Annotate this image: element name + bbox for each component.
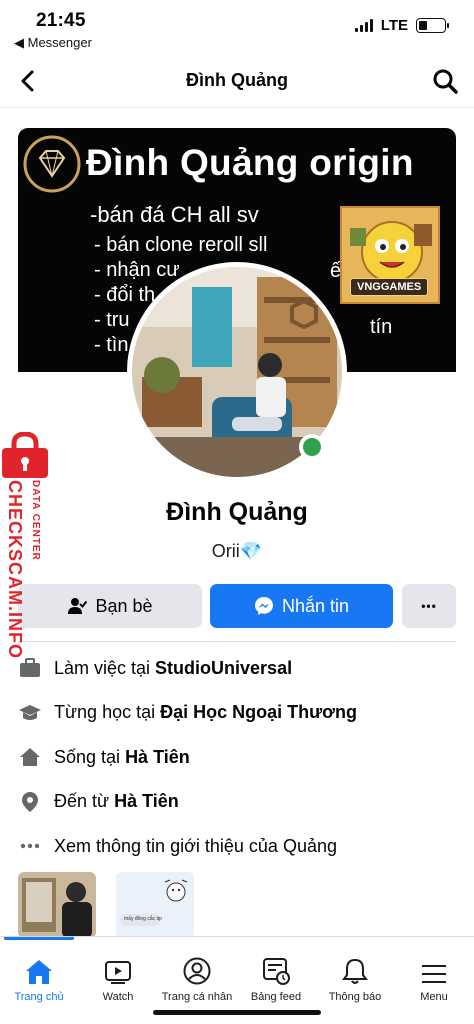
bell-icon: [342, 958, 368, 984]
intro-lives: Sống tại Hà Tiên: [18, 735, 456, 780]
tab-profile[interactable]: Trang cá nhân: [158, 937, 236, 1003]
network-label: LTE: [380, 17, 408, 34]
messenger-icon: [254, 597, 273, 615]
tab-watch[interactable]: Watch: [79, 937, 157, 1003]
tab-feed[interactable]: Bảng feed: [237, 937, 315, 1003]
friend-check-icon: [68, 598, 88, 614]
tab-label: Menu: [420, 991, 448, 1003]
location-pin-icon: [18, 790, 42, 814]
message-button[interactable]: Nhắn tin: [210, 584, 393, 628]
profile-actions: Bạn bè Nhắn tin •••: [18, 584, 456, 628]
top-nav: Đình Quảng: [0, 56, 474, 108]
gem-emoji-icon: 💎: [239, 541, 263, 561]
status-bar: 21:45 ◀ Messenger LTE: [0, 0, 474, 56]
message-button-label: Nhắn tin: [281, 595, 350, 616]
intro-work-place[interactable]: StudioUniversal: [155, 658, 292, 679]
online-status-dot: [299, 434, 325, 460]
cover-line: - bán clone reroll sll: [94, 234, 268, 256]
intro-from: Đến từ Hà Tiên: [18, 780, 456, 825]
profile-bio: Orii💎: [0, 541, 474, 562]
home-icon: [26, 960, 52, 984]
menu-icon: [422, 965, 446, 983]
game-logo-image: VNGGAMES: [340, 206, 440, 304]
intro-school-prefix: Từng học tại: [54, 702, 156, 723]
profile-avatar[interactable]: [127, 262, 347, 482]
search-icon[interactable]: [430, 66, 460, 96]
intro-see-more[interactable]: Xem thông tin giới thiệu của Quảng: [18, 824, 456, 869]
friends-button-label: Bạn bè: [95, 595, 153, 616]
photo-thumbnail[interactable]: mấy đồng cắc tip: [116, 872, 194, 938]
feed-icon: [263, 958, 290, 985]
tab-label: Trang chủ: [14, 991, 64, 1003]
signal-icon: [354, 19, 373, 32]
status-time: 21:45: [36, 10, 86, 31]
profile-name: Đình Quảng: [166, 498, 308, 526]
thumbnail-chat-text: mấy đồng cắc tip: [124, 916, 162, 922]
photo-thumbnail[interactable]: [18, 872, 96, 938]
see-more-about-link[interactable]: Xem thông tin giới thiệu của Quảng: [54, 836, 337, 857]
intro-school-name[interactable]: Đại Học Ngoại Thương: [160, 702, 357, 723]
profile-icon: [183, 957, 211, 985]
cover-headline: Đình Quảng origin: [86, 142, 414, 183]
briefcase-icon: [18, 656, 42, 680]
intro-lives-prefix: Sống tại: [54, 746, 121, 767]
intro-lives-place[interactable]: Hà Tiên: [125, 747, 190, 768]
graduation-cap-icon: [18, 701, 42, 725]
intro-school: Từng học tại Đại Học Ngoại Thương: [18, 691, 456, 736]
watch-icon: [105, 961, 131, 984]
game-brand-label: VNGGAMES: [350, 278, 429, 296]
intro-list: Làm việc tại StudioUniversal Từng học tạ…: [18, 646, 456, 869]
intro-from-place[interactable]: Hà Tiên: [114, 791, 179, 812]
tab-menu[interactable]: Menu: [395, 937, 473, 1003]
battery-icon: [416, 18, 449, 33]
tab-notifications[interactable]: Thông báo: [316, 937, 394, 1003]
divider: [18, 641, 456, 642]
bio-text: Orii: [211, 541, 240, 561]
home-indicator[interactable]: [153, 1010, 321, 1015]
diamond-logo-icon: [23, 135, 81, 193]
more-options-button[interactable]: •••: [402, 584, 456, 628]
tab-label: Trang cá nhân: [161, 991, 233, 1003]
tab-label: Thông báo: [328, 991, 382, 1003]
back-to-app-link[interactable]: ◀ Messenger: [14, 35, 92, 51]
cover-line-fragment: tín: [370, 316, 393, 338]
house-icon: [18, 745, 42, 769]
more-dots-icon: •••: [421, 599, 437, 613]
page-title: Đình Quảng: [186, 70, 288, 90]
intro-from-prefix: Đến từ: [54, 791, 110, 812]
cover-line: -bán đá CH all sv: [90, 202, 259, 227]
more-dots-icon: [18, 834, 42, 858]
intro-work: Làm việc tại StudioUniversal: [18, 646, 456, 691]
friends-button[interactable]: Bạn bè: [18, 584, 202, 628]
tab-label: Watch: [102, 991, 134, 1003]
lock-icon: [2, 431, 48, 478]
intro-work-prefix: Làm việc tại: [54, 657, 151, 678]
tab-home[interactable]: Trang chủ: [0, 937, 78, 1003]
tab-label: Bảng feed: [250, 991, 302, 1003]
